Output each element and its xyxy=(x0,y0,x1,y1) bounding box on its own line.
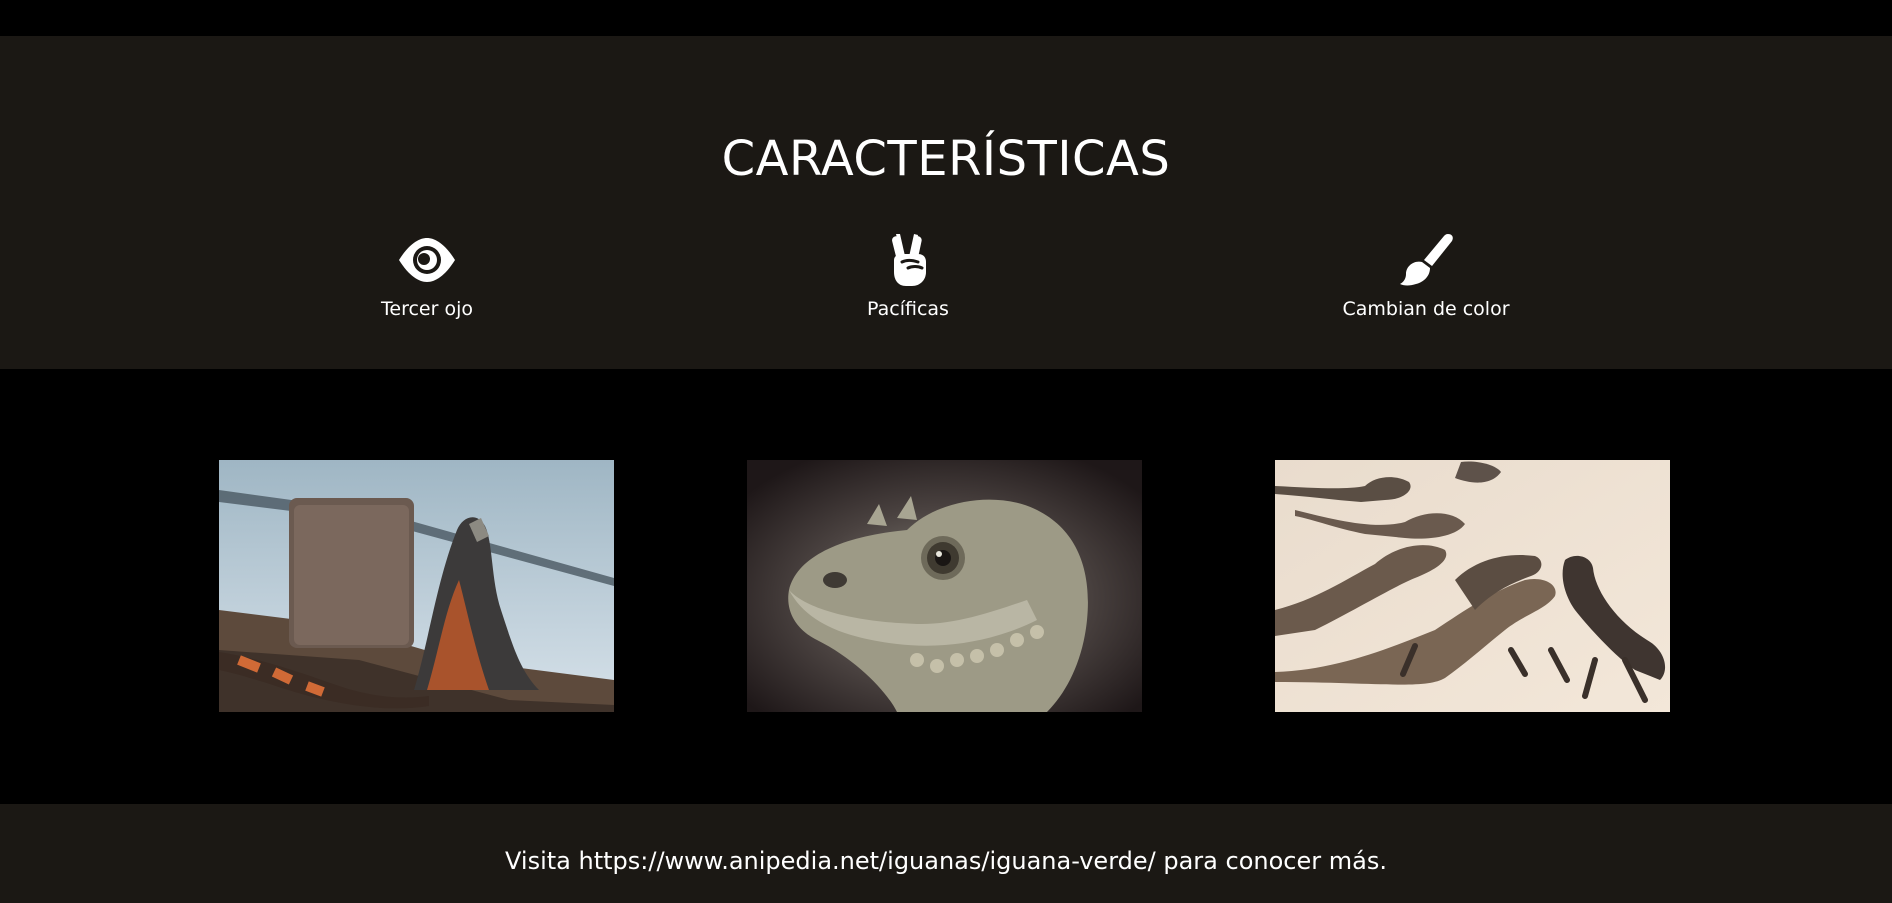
iguanas-on-sand-photo xyxy=(1275,460,1670,712)
feature-third-eye: Tercer ojo xyxy=(297,232,557,320)
eye-icon xyxy=(397,232,457,288)
paintbrush-icon xyxy=(1396,232,1456,288)
footer-text: Visita https://www.anipedia.net/iguanas/… xyxy=(505,847,1387,875)
features-section: CARACTERÍSTICAS Tercer ojo Pacíficas Cam… xyxy=(0,36,1892,369)
iguana-by-water-photo xyxy=(219,460,614,712)
top-strip xyxy=(0,0,1892,36)
peace-hand-icon xyxy=(878,232,938,288)
feature-peaceful: Pacíficas xyxy=(778,232,1038,320)
photo-gallery xyxy=(0,369,1892,804)
iguana-head-closeup-photo xyxy=(747,460,1142,712)
footer: Visita https://www.anipedia.net/iguanas/… xyxy=(0,804,1892,903)
feature-label: Pacíficas xyxy=(867,298,949,320)
feature-label: Tercer ojo xyxy=(381,298,473,320)
feature-color-change: Cambian de color xyxy=(1296,232,1556,320)
feature-label: Cambian de color xyxy=(1342,298,1510,320)
section-title: CARACTERÍSTICAS xyxy=(721,131,1171,187)
